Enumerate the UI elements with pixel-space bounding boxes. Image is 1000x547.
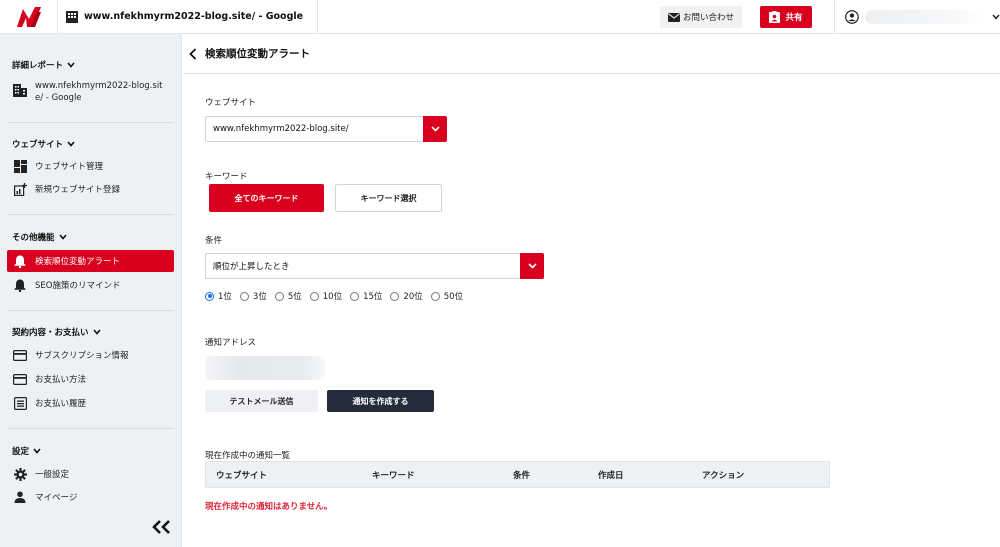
id-card-icon — [769, 11, 781, 23]
building-icon — [13, 84, 27, 97]
website-label: ウェブサイト — [205, 98, 257, 108]
rank-radio-1[interactable]: 1位 — [205, 290, 232, 302]
empty-list-message: 現在作成中の通知はありません。 — [205, 502, 333, 512]
section-contract-payment[interactable]: 契約内容・お支払い — [12, 326, 101, 338]
collapse-sidebar-icon[interactable] — [152, 520, 172, 534]
create-notification-button[interactable]: 通知を作成する — [327, 390, 434, 412]
contact-button[interactable]: お問い合わせ — [659, 6, 742, 28]
sidebar-item-report-site[interactable]: www.nfekhmyrm2022-blog.site/ - Google — [13, 80, 173, 104]
condition-label: 条件 — [205, 236, 223, 246]
sidebar-item-new-website[interactable]: 新規ウェブサイト登録 — [7, 178, 174, 200]
bell-icon — [14, 279, 26, 292]
user-name-blurred — [864, 10, 985, 24]
column-keyword: キーワード — [372, 470, 415, 481]
select-keywords-button[interactable]: キーワード選択 — [335, 184, 442, 212]
divider — [7, 428, 174, 429]
sidebar-item-subscription[interactable]: サブスクリプション情報 — [7, 344, 174, 366]
rank-radio-10[interactable]: 10位 — [309, 290, 342, 302]
sidebar: 詳細レポート www.nfekhmyrm2022-blog.site/ - Go… — [0, 34, 182, 547]
top-bar: www.nfekhmyrm2022-blog.site/ - Google お問… — [0, 0, 1000, 34]
column-created-date: 作成日 — [598, 470, 624, 481]
back-arrow-icon[interactable] — [189, 47, 197, 60]
share-button[interactable]: 共有 — [760, 6, 812, 28]
dashboard-icon — [13, 159, 27, 173]
all-keywords-button[interactable]: 全てのキーワード — [209, 184, 324, 212]
rank-radio-3[interactable]: 3位 — [239, 290, 267, 302]
chevron-down-icon — [33, 448, 41, 454]
website-dropdown-button[interactable] — [423, 116, 447, 142]
person-icon — [14, 491, 26, 503]
page-header: 検索順位変動アラート — [183, 34, 1000, 74]
gear-icon — [13, 467, 27, 481]
chevron-down-icon — [92, 329, 101, 335]
user-avatar-icon — [845, 10, 859, 24]
column-condition: 条件 — [513, 470, 531, 481]
section-detail-report[interactable]: 詳細レポート — [12, 59, 75, 71]
site-title-text: www.nfekhmyrm2022-blog.site/ - Google — [84, 11, 304, 22]
divider — [7, 310, 174, 311]
card-icon — [13, 349, 27, 361]
chevron-down-icon — [67, 141, 75, 147]
section-website[interactable]: ウェブサイト — [12, 138, 75, 150]
column-website: ウェブサイト — [216, 470, 268, 481]
rank-radio-group: 1位 3位 5位 10位 15位 20位 50位 — [205, 290, 471, 302]
notification-address-blurred — [205, 356, 325, 380]
chevron-down-icon — [58, 234, 67, 240]
add-site-icon — [13, 182, 27, 196]
notification-list-title: 現在作成中の通知一覧 — [205, 451, 291, 461]
main-content: 検索順位変動アラート ウェブサイト www.nfekhmyrm2022-blog… — [183, 34, 1000, 547]
sidebar-item-my-page[interactable]: マイページ — [7, 486, 174, 508]
logo[interactable] — [0, 0, 58, 34]
section-settings[interactable]: 設定 — [12, 445, 41, 457]
chevron-down-icon — [430, 126, 440, 132]
rank-radio-50[interactable]: 50位 — [430, 290, 463, 302]
divider — [7, 214, 174, 215]
building-icon — [66, 10, 78, 23]
chevron-down-icon — [527, 263, 537, 269]
website-select[interactable]: www.nfekhmyrm2022-blog.site/ — [205, 116, 447, 142]
rank-radio-5[interactable]: 5位 — [274, 290, 302, 302]
address-label: 通知アドレス — [205, 338, 257, 348]
notification-table-header: ウェブサイト キーワード 条件 作成日 アクション — [205, 461, 830, 488]
brand-logo-icon — [16, 6, 41, 27]
mail-icon — [667, 12, 680, 22]
keyword-label: キーワード — [205, 172, 248, 182]
sidebar-item-payment-method[interactable]: お支払い方法 — [7, 368, 174, 390]
user-menu[interactable] — [834, 0, 1000, 34]
divider — [7, 122, 174, 123]
condition-select[interactable]: 順位が上昇したとき — [205, 253, 544, 279]
card-icon — [13, 373, 27, 385]
sidebar-item-rank-alert[interactable]: 検索順位変動アラート — [7, 250, 174, 272]
sidebar-item-seo-remind[interactable]: SEO施策のリマインド — [7, 274, 174, 296]
sidebar-item-general-settings[interactable]: 一般設定 — [7, 463, 174, 485]
chevron-down-icon — [992, 14, 1000, 20]
chevron-down-icon — [67, 62, 75, 68]
sidebar-item-payment-history[interactable]: お支払い履歴 — [7, 392, 174, 414]
rank-radio-15[interactable]: 15位 — [350, 290, 382, 302]
section-other-features[interactable]: その他機能 — [12, 231, 67, 243]
current-site[interactable]: www.nfekhmyrm2022-blog.site/ - Google — [58, 0, 319, 34]
column-action: アクション — [702, 470, 745, 481]
test-mail-button[interactable]: テストメール送信 — [205, 390, 318, 412]
bell-icon — [14, 255, 26, 268]
list-icon — [13, 396, 27, 410]
condition-dropdown-button[interactable] — [520, 253, 544, 279]
sidebar-item-website-management[interactable]: ウェブサイト管理 — [7, 155, 174, 177]
page-title: 検索順位変動アラート — [205, 48, 310, 60]
rank-radio-20[interactable]: 20位 — [390, 290, 423, 302]
